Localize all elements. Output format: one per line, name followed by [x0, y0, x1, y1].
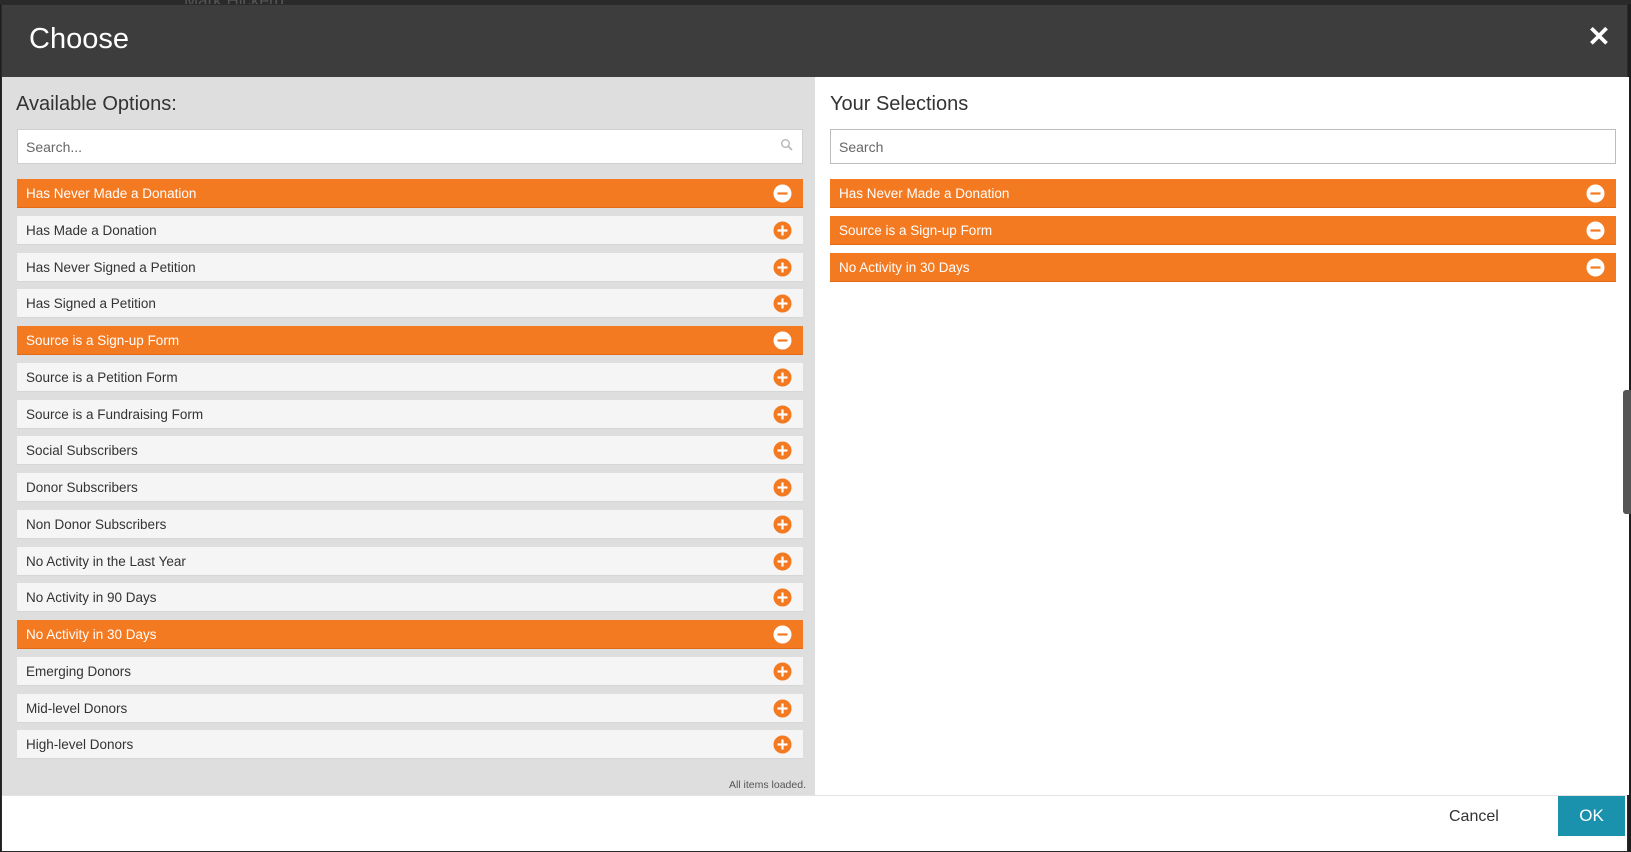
available-option-item[interactable]: Source is a Petition Form	[17, 362, 803, 392]
option-label: Has Made a Donation	[26, 222, 157, 238]
option-label: No Activity in 90 Days	[26, 590, 157, 606]
available-option-item[interactable]: No Activity in 30 Days	[17, 620, 803, 650]
option-label: Source is a Fundraising Form	[26, 406, 204, 422]
plus-circle-icon[interactable]	[773, 588, 792, 607]
minus-circle-icon[interactable]	[1586, 258, 1605, 277]
available-search-box	[17, 129, 803, 164]
available-option-item[interactable]: Social Subscribers	[17, 436, 803, 466]
selected-option-item[interactable]: Has Never Made a Donation	[830, 179, 1616, 208]
option-label: Social Subscribers	[26, 443, 138, 459]
option-label: Non Donor Subscribers	[26, 516, 167, 532]
plus-circle-icon[interactable]	[773, 515, 792, 534]
selected-option-item[interactable]: No Activity in 30 Days	[830, 252, 1616, 282]
minus-circle-icon[interactable]	[773, 184, 792, 203]
plus-circle-icon[interactable]	[773, 221, 792, 240]
available-option-item[interactable]: Donor Subscribers	[17, 473, 803, 503]
option-label: No Activity in 30 Days	[26, 627, 157, 643]
available-option-item[interactable]: No Activity in the Last Year	[17, 546, 803, 576]
selections-search-box	[830, 129, 1616, 164]
plus-circle-icon[interactable]	[773, 368, 792, 387]
available-option-item[interactable]: Has Never Signed a Petition	[17, 252, 803, 282]
option-label: Emerging Donors	[26, 663, 132, 679]
plus-circle-icon[interactable]	[773, 258, 792, 277]
minus-circle-icon[interactable]	[773, 625, 792, 644]
minus-circle-icon[interactable]	[1586, 184, 1605, 203]
available-option-item[interactable]: Has Never Made a Donation	[17, 179, 803, 208]
plus-circle-icon[interactable]	[773, 699, 792, 718]
available-search-input[interactable]	[18, 130, 802, 163]
option-label: Has Signed a Petition	[26, 296, 156, 312]
load-status: All items loaded.	[728, 779, 806, 791]
available-option-item[interactable]: Mid-level Donors	[17, 693, 803, 723]
your-selections-list: Has Never Made a Donation Source is a Sig…	[830, 179, 1616, 289]
option-label: Source is a Sign-up Form	[26, 333, 180, 349]
plus-circle-icon[interactable]	[773, 405, 792, 424]
available-option-item[interactable]: Has Made a Donation	[17, 215, 803, 245]
plus-circle-icon[interactable]	[773, 294, 792, 313]
option-label: No Activity in the Last Year	[26, 553, 186, 569]
available-option-item[interactable]: Source is a Sign-up Form	[17, 326, 803, 356]
close-icon[interactable]: ✕	[1586, 23, 1612, 51]
dialog-title: Choose	[29, 23, 129, 55]
available-options-list: Has Never Made a Donation Has Made a Dona…	[17, 179, 803, 767]
selected-option-item[interactable]: Source is a Sign-up Form	[830, 215, 1616, 245]
option-label: Mid-level Donors	[26, 700, 128, 716]
minus-circle-icon[interactable]	[773, 331, 792, 350]
selections-search-input[interactable]	[831, 130, 1615, 163]
choose-dialog: Choose ✕ Available Options: Has Never Ma…	[1, 4, 1629, 852]
plus-circle-icon[interactable]	[773, 662, 792, 681]
available-option-item[interactable]: Source is a Fundraising Form	[17, 399, 803, 429]
dialog-header: Choose ✕	[2, 5, 1627, 77]
selection-label: Has Never Made a Donation	[839, 186, 1010, 201]
available-option-item[interactable]: Has Signed a Petition	[17, 289, 803, 319]
cancel-button[interactable]: Cancel	[1449, 808, 1499, 826]
page-scrollbar-handle[interactable]	[1623, 390, 1631, 514]
selection-label: Source is a Sign-up Form	[839, 222, 993, 238]
option-label: High-level Donors	[26, 737, 134, 753]
minus-circle-icon[interactable]	[1586, 221, 1605, 240]
plus-circle-icon[interactable]	[773, 552, 792, 571]
option-label: Source is a Petition Form	[26, 369, 178, 385]
ok-button[interactable]: OK	[1558, 796, 1625, 836]
search-icon	[781, 139, 793, 151]
dialog-footer: Cancel OK	[2, 795, 1627, 851]
available-option-item[interactable]: Non Donor Subscribers	[17, 509, 803, 539]
option-label: Donor Subscribers	[26, 480, 138, 496]
plus-circle-icon[interactable]	[773, 441, 792, 460]
your-selections-heading: Your Selections	[830, 93, 969, 115]
option-label: Has Never Signed a Petition	[26, 259, 196, 275]
plus-circle-icon[interactable]	[773, 478, 792, 497]
available-options-heading: Available Options:	[16, 93, 177, 115]
option-label: Has Never Made a Donation	[26, 186, 197, 201]
available-option-item[interactable]: High-level Donors	[17, 730, 803, 760]
available-option-item[interactable]: Emerging Donors	[17, 656, 803, 686]
plus-circle-icon[interactable]	[773, 735, 792, 754]
available-options-panel: Available Options: Has Never Made a Dona…	[2, 77, 815, 795]
available-option-item[interactable]: No Activity in 90 Days	[17, 583, 803, 613]
your-selections-panel: Your Selections Has Never Made a Donatio…	[815, 77, 1629, 795]
selection-label: No Activity in 30 Days	[839, 259, 970, 275]
